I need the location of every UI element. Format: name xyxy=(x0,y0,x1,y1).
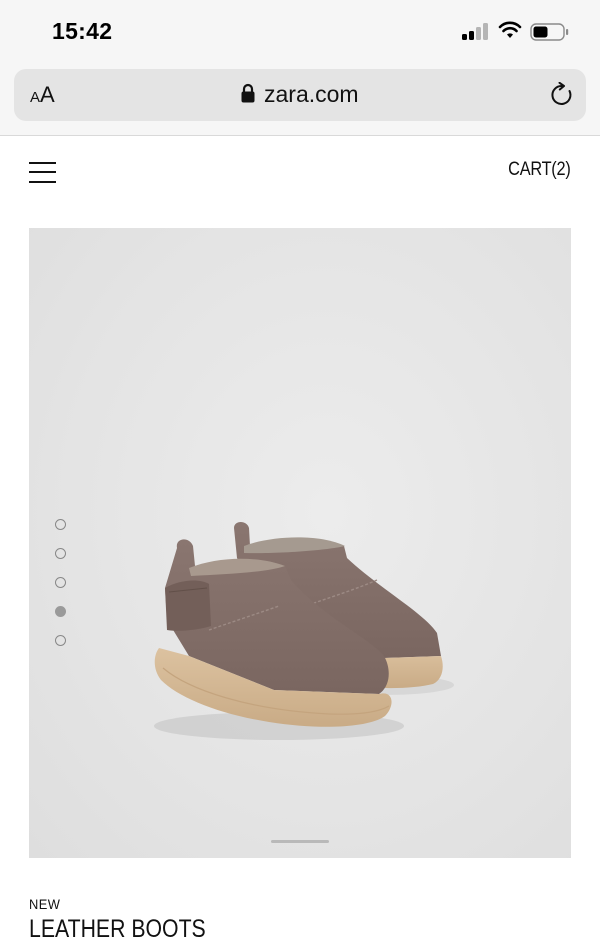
gallery-pagination xyxy=(55,519,67,664)
product-name: LEATHER BOOTS xyxy=(29,915,206,943)
gallery-dot[interactable] xyxy=(55,577,66,588)
address-bar[interactable]: AA zara.com xyxy=(14,69,586,121)
lock-icon xyxy=(241,83,255,103)
url-text[interactable]: zara.com xyxy=(264,81,359,108)
site-header: CART(2) xyxy=(0,137,600,207)
gallery-dot-active[interactable] xyxy=(55,606,66,617)
new-badge: NEW xyxy=(29,896,61,912)
reload-icon[interactable] xyxy=(549,82,575,108)
text-size-button[interactable]: AA xyxy=(30,82,55,108)
hamburger-menu-icon[interactable] xyxy=(29,162,56,183)
status-time: 15:42 xyxy=(52,18,113,44)
wifi-icon xyxy=(498,21,522,38)
gallery-dot[interactable] xyxy=(55,519,66,530)
signal-icon xyxy=(462,22,490,40)
product-image-gallery[interactable] xyxy=(29,228,571,858)
cart-link[interactable]: CART(2) xyxy=(508,159,571,181)
leather-boots-image xyxy=(154,522,454,740)
battery-icon xyxy=(530,23,569,41)
scroll-indicator xyxy=(271,840,329,843)
gallery-dot[interactable] xyxy=(55,635,66,646)
browser-chrome: 15:42 AA zara.com xyxy=(0,0,600,136)
gallery-dot[interactable] xyxy=(55,548,66,559)
